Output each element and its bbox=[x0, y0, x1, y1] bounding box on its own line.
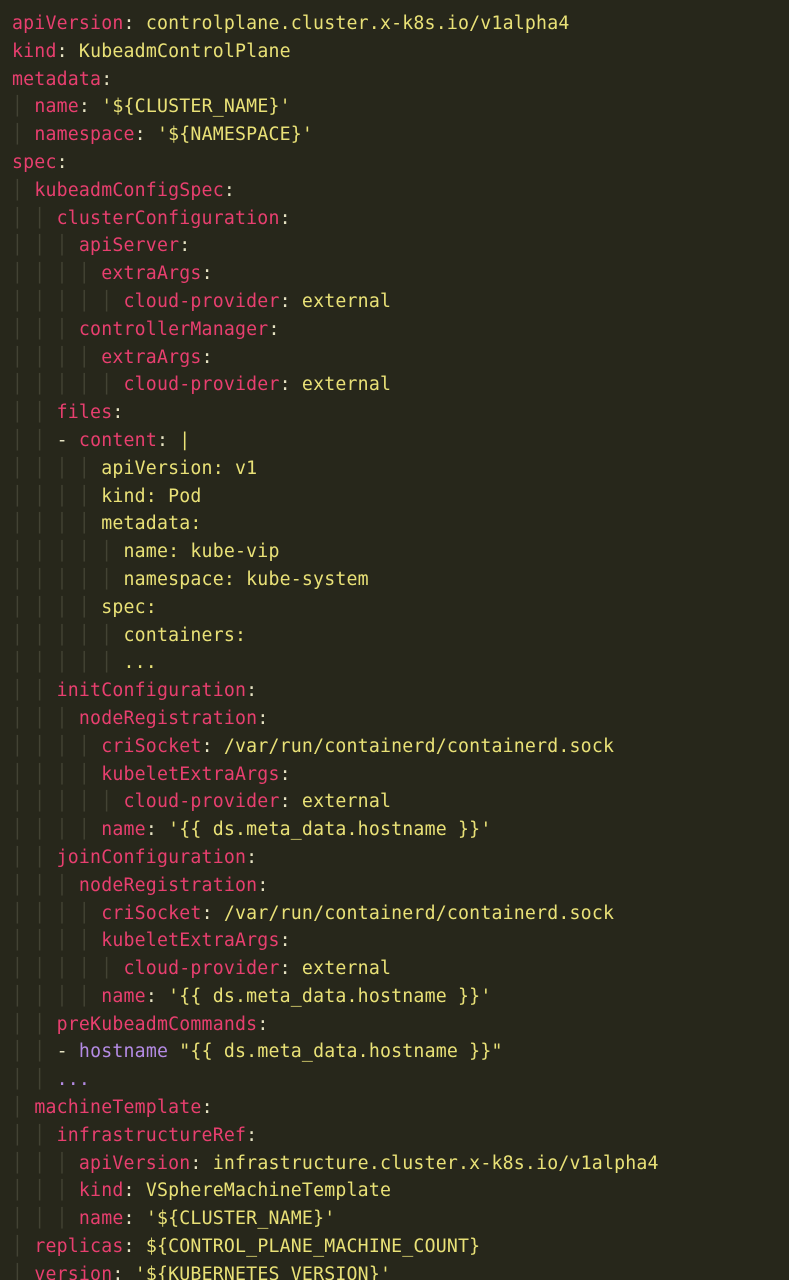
yaml-key: extraArgs bbox=[101, 263, 201, 284]
yaml-key: files bbox=[57, 402, 113, 423]
yaml-command: hostname bbox=[79, 1041, 179, 1062]
yaml-key: cloud-provider bbox=[124, 958, 280, 979]
yaml-value: '{{ ds.meta_data.hostname }}' bbox=[168, 819, 491, 840]
yaml-literal: metadata: bbox=[101, 513, 201, 534]
yaml-code-block: apiVersion: controlplane.cluster.x-k8s.i… bbox=[0, 0, 789, 1280]
yaml-literal: kind: Pod bbox=[101, 486, 201, 507]
yaml-key: kubeletExtraArgs bbox=[101, 930, 279, 951]
yaml-key: kubeletExtraArgs bbox=[101, 764, 279, 785]
yaml-value: '{{ ds.meta_data.hostname }}' bbox=[168, 986, 491, 1007]
yaml-literal: spec: bbox=[101, 597, 157, 618]
yaml-value: '${KUBERNETES_VERSION}' bbox=[135, 1264, 391, 1280]
yaml-key: apiVersion bbox=[12, 13, 124, 34]
yaml-key: namespace bbox=[34, 124, 134, 145]
yaml-key: joinConfiguration bbox=[57, 847, 247, 868]
yaml-value: VSphereMachineTemplate bbox=[146, 1180, 391, 1201]
yaml-key: clusterConfiguration bbox=[57, 208, 280, 229]
yaml-literal: ... bbox=[124, 652, 157, 673]
yaml-key: nodeRegistration bbox=[79, 875, 257, 896]
yaml-literal: name: kube-vip bbox=[124, 541, 280, 562]
yaml-value: '${NAMESPACE}' bbox=[157, 124, 313, 145]
yaml-key: name bbox=[34, 96, 79, 117]
yaml-value: /var/run/containerd/containerd.sock bbox=[224, 736, 614, 757]
yaml-key: kubeadmConfigSpec bbox=[34, 180, 224, 201]
yaml-key: apiServer bbox=[79, 235, 179, 256]
yaml-value: KubeadmControlPlane bbox=[79, 41, 291, 62]
yaml-key: controllerManager bbox=[79, 319, 269, 340]
yaml-key: preKubeadmCommands bbox=[57, 1014, 258, 1035]
yaml-key: version bbox=[34, 1264, 112, 1280]
yaml-key: criSocket bbox=[101, 903, 201, 924]
yaml-key: criSocket bbox=[101, 736, 201, 757]
yaml-literal: containers: bbox=[124, 625, 247, 646]
yaml-key: machineTemplate bbox=[34, 1097, 201, 1118]
yaml-key: replicas bbox=[34, 1236, 123, 1257]
yaml-value: /var/run/containerd/containerd.sock bbox=[224, 903, 614, 924]
yaml-value: | bbox=[179, 430, 190, 451]
yaml-key: cloud-provider bbox=[124, 791, 280, 812]
yaml-ellipsis: ... bbox=[57, 1069, 90, 1090]
yaml-value: external bbox=[302, 791, 391, 812]
yaml-key: apiVersion bbox=[79, 1153, 191, 1174]
yaml-value: external bbox=[302, 291, 391, 312]
yaml-value: external bbox=[302, 374, 391, 395]
yaml-key: kind bbox=[12, 41, 57, 62]
yaml-value: '${CLUSTER_NAME}' bbox=[101, 96, 291, 117]
yaml-key: name bbox=[101, 986, 146, 1007]
yaml-key: metadata bbox=[12, 69, 101, 90]
yaml-value: infrastructure.cluster.x-k8s.io/v1alpha4 bbox=[213, 1153, 659, 1174]
yaml-value: controlplane.cluster.x-k8s.io/v1alpha4 bbox=[146, 13, 570, 34]
yaml-value: ${CONTROL_PLANE_MACHINE_COUNT} bbox=[146, 1236, 481, 1257]
yaml-key: cloud-provider bbox=[124, 291, 280, 312]
yaml-key: extraArgs bbox=[101, 347, 201, 368]
yaml-key: infrastructureRef bbox=[57, 1125, 247, 1146]
yaml-key: name bbox=[79, 1208, 124, 1229]
yaml-literal: apiVersion: bbox=[101, 458, 235, 479]
yaml-key: cloud-provider bbox=[124, 374, 280, 395]
yaml-key: initConfiguration bbox=[57, 680, 247, 701]
yaml-key: content bbox=[79, 430, 157, 451]
yaml-key: nodeRegistration bbox=[79, 708, 257, 729]
yaml-key: name bbox=[101, 819, 146, 840]
yaml-value: '${CLUSTER_NAME}' bbox=[146, 1208, 336, 1229]
yaml-key: kind bbox=[79, 1180, 124, 1201]
yaml-literal: namespace: kube-system bbox=[124, 569, 369, 590]
yaml-key: spec bbox=[12, 152, 57, 173]
yaml-value: external bbox=[302, 958, 391, 979]
